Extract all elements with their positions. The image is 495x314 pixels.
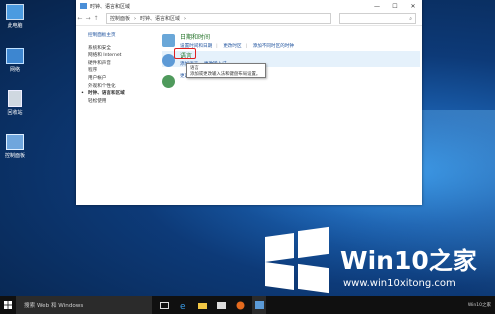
nav-item-programs[interactable]: 程序 (88, 67, 158, 75)
nav-item-network-internet[interactable]: 网络和 Internet (88, 52, 158, 60)
breadcrumb-clock-language-region[interactable]: 时钟、语言和区域 (140, 15, 180, 22)
desktop-icon-label: 网络 (9, 67, 20, 73)
clock-icon (162, 34, 175, 47)
control-panel-window: 时钟、语言和区域 — ☐ ✕ ← → ↑ 控制面板 › 时钟、语言和区域 › ⌕… (76, 0, 422, 205)
brand-title: Win10之家 (340, 241, 477, 276)
nav-item-system-security[interactable]: 系统和安全 (88, 45, 158, 53)
store-icon[interactable] (214, 296, 228, 314)
link-add-clocks[interactable]: 添加不同时区的时钟 (253, 44, 294, 49)
desktop-icon-control-panel[interactable]: 控制面板 (0, 134, 30, 159)
desktop-icon-this-pc[interactable]: 此电脑 (0, 4, 30, 29)
language-highlight-box (174, 48, 196, 59)
edge-icon[interactable]: e (176, 296, 190, 314)
tooltip-description: 添加或更改输入法和键盘布局设置。 (190, 72, 261, 77)
windows-start-icon (4, 301, 12, 309)
windows-logo-icon (265, 226, 329, 294)
maximize-button[interactable]: ☐ (386, 3, 404, 10)
window-icon (80, 3, 87, 9)
forward-arrow-icon[interactable]: → (84, 15, 92, 22)
language-tooltip: 语言 添加或更改输入法和键盘布局设置。 (186, 63, 266, 78)
firefox-icon[interactable] (233, 296, 247, 314)
desktop-icon-label: 此电脑 (7, 23, 23, 29)
brand-name: Win10 (340, 246, 429, 275)
close-button[interactable]: ✕ (404, 3, 422, 10)
nav-item-clock-language-region[interactable]: 时钟、语言和区域 (81, 90, 158, 98)
link-change-timezone[interactable]: 更改时区 (223, 44, 241, 49)
computer-icon (6, 4, 24, 20)
brand-name-zh: 之家 (428, 247, 477, 275)
category-title[interactable]: 日期和时间 (180, 32, 420, 41)
nav-item-user-accounts[interactable]: 用户帐户 (88, 75, 158, 83)
search-input[interactable]: ⌕ (339, 13, 416, 24)
control-panel-taskbar-icon[interactable] (252, 296, 266, 314)
address-bar[interactable]: 控制面板 › 时钟、语言和区域 › (106, 13, 331, 24)
globe-icon (162, 75, 175, 88)
window-title: 时钟、语言和区域 (90, 3, 131, 10)
breadcrumb-separator: › (134, 15, 137, 22)
file-explorer-icon[interactable] (195, 296, 209, 314)
category-title[interactable]: 语言 (180, 51, 420, 60)
task-view-icon[interactable] (157, 296, 171, 314)
search-icon: ⌕ (409, 15, 412, 22)
desktop-icon-label: 回收站 (7, 110, 23, 116)
brand-url: www.win10xitong.com (343, 278, 456, 289)
category-date-time: 日期和时间 设置时间和日期 | 更改时区 | 添加不同时区的时钟 (162, 32, 420, 52)
network-icon (6, 48, 24, 64)
nav-item-appearance[interactable]: 外观和个性化 (88, 83, 158, 91)
title-bar[interactable]: 时钟、语言和区域 — ☐ ✕ (76, 0, 422, 12)
taskbar: 搜索 Web 和 Windows e Win10之家 (0, 296, 495, 314)
taskbar-search-box[interactable]: 搜索 Web 和 Windows (16, 296, 152, 314)
breadcrumb-control-panel[interactable]: 控制面板 (110, 15, 130, 22)
desktop-icon-label: 控制面板 (4, 153, 25, 159)
nav-control-panel-home[interactable]: 控制面板主页 (88, 32, 158, 40)
system-tray: Win10之家 (467, 303, 491, 308)
svg-text:e: e (180, 302, 186, 310)
nav-item-ease-of-access[interactable]: 轻松使用 (88, 98, 158, 106)
breadcrumb-separator: › (184, 15, 187, 22)
control-panel-icon (6, 134, 24, 150)
back-arrow-icon[interactable]: ← (76, 15, 84, 22)
start-button[interactable] (0, 296, 16, 314)
desktop-icon-recycle-bin[interactable]: 回收站 (0, 90, 30, 116)
desktop-icon-network[interactable]: 网络 (0, 48, 30, 73)
recycle-bin-icon (8, 90, 22, 107)
up-arrow-icon[interactable]: ↑ (92, 15, 100, 22)
left-nav: 控制面板主页 系统和安全 网络和 Internet 硬件和声音 程序 用户帐户 … (81, 32, 158, 106)
nav-item-hardware-sound[interactable]: 硬件和声音 (88, 60, 158, 68)
address-row: ← → ↑ 控制面板 › 时钟、语言和区域 › ⌕ (76, 12, 422, 26)
minimize-button[interactable]: — (368, 3, 386, 10)
